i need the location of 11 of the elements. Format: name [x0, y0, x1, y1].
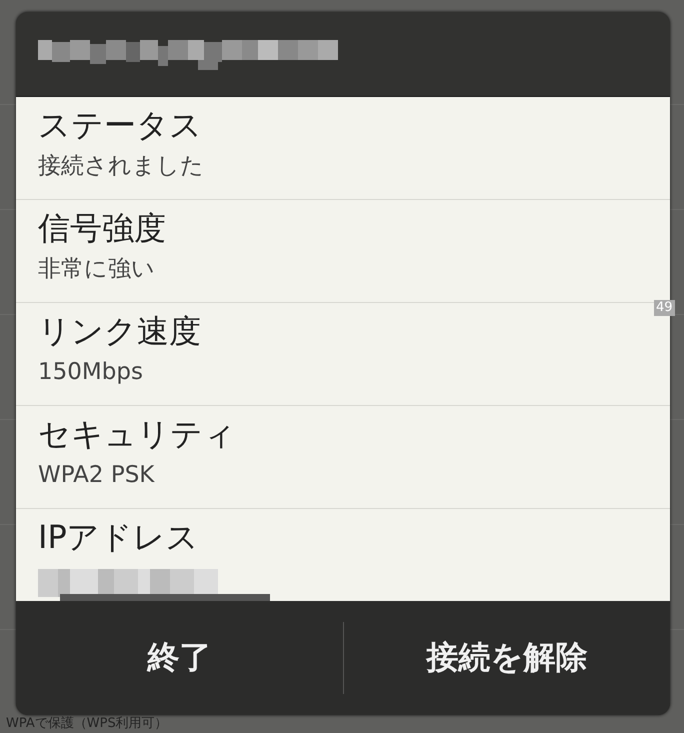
count-badge: 49 — [654, 300, 675, 316]
field-value: 接続されました — [38, 152, 205, 181]
field-label: ステータス — [38, 105, 203, 146]
security-text: WPAで保護（WPS利用可） — [6, 716, 168, 732]
field-value: 150Mbps — [38, 358, 144, 387]
field-label: 信号強度 — [38, 208, 167, 249]
field-label: リンク速度 — [38, 311, 202, 352]
field-value: 非常に強い — [38, 255, 156, 284]
field-value: WPA2 PSK — [38, 461, 156, 490]
field-label: IPアドレス — [38, 517, 200, 558]
field-label: セキュリティ — [38, 414, 237, 455]
